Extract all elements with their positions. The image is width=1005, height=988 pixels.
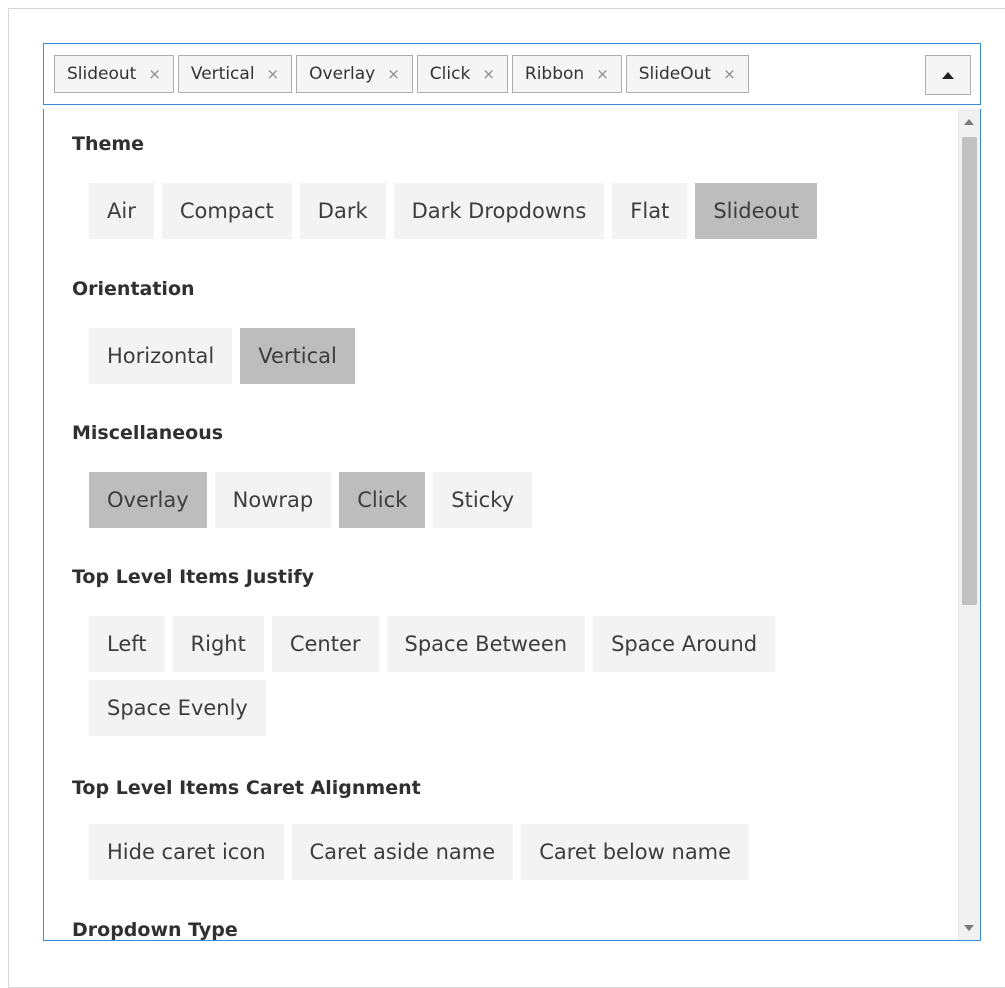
remove-icon[interactable]: × (482, 66, 495, 82)
chip-label: Ribbon (524, 64, 585, 84)
option-space-around[interactable]: Space Around (593, 616, 776, 672)
option-vertical[interactable]: Vertical (240, 328, 355, 384)
chip-slideout[interactable]: Slideout × (54, 55, 174, 93)
dropdown-toggle-button[interactable] (925, 55, 971, 95)
group-title-miscellaneous: Miscellaneous (72, 422, 224, 444)
option-space-evenly[interactable]: Space Evenly (89, 680, 266, 736)
scroll-up-arrow-icon[interactable] (964, 119, 974, 125)
option-right[interactable]: Right (172, 616, 264, 672)
option-caret-aside-name[interactable]: Caret aside name (291, 824, 514, 880)
group-options-orientation: Horizontal Vertical (89, 328, 849, 384)
option-nowrap[interactable]: Nowrap (214, 472, 332, 528)
remove-icon[interactable]: × (723, 66, 736, 82)
group-title-top-level-items-justify: Top Level Items Justify (72, 566, 315, 588)
options-dropdown: Theme Air Compact Dark Dark Dropdowns Fl… (43, 109, 981, 941)
option-compact[interactable]: Compact (161, 183, 292, 239)
group-options-theme: Air Compact Dark Dark Dropdowns Flat Sli… (89, 183, 849, 239)
option-center[interactable]: Center (271, 616, 379, 672)
remove-icon[interactable]: × (387, 66, 400, 82)
option-click[interactable]: Click (339, 472, 426, 528)
group-title-theme: Theme (72, 133, 145, 155)
option-caret-below-name[interactable]: Caret below name (521, 824, 750, 880)
group-options-caret-alignment: Hide caret icon Caret aside name Caret b… (89, 824, 849, 880)
option-overlay[interactable]: Overlay (89, 472, 207, 528)
chip-label: SlideOut (638, 64, 712, 84)
chip-click[interactable]: Click × (416, 55, 508, 93)
group-title-dropdown-type: Dropdown Type (72, 919, 238, 941)
option-horizontal[interactable]: Horizontal (89, 328, 233, 384)
option-dark[interactable]: Dark (299, 183, 386, 239)
multiselect-input[interactable]: Slideout × Vertical × Overlay × Click × … (43, 43, 981, 105)
chip-ribbon[interactable]: Ribbon × (511, 55, 622, 93)
chip-label: Overlay (309, 64, 376, 84)
group-options-top-level-items-justify: Left Right Center Space Between Space Ar… (89, 616, 849, 736)
chip-vertical[interactable]: Vertical × (177, 55, 293, 93)
scrollbar-thumb[interactable] (962, 137, 977, 605)
chip-overlay[interactable]: Overlay × (296, 55, 413, 93)
chip-label: Click (429, 64, 471, 84)
chip-label: Slideout (67, 64, 137, 84)
group-options-miscellaneous: Overlay Nowrap Click Sticky (89, 472, 849, 528)
option-hide-caret-icon[interactable]: Hide caret icon (89, 824, 284, 880)
remove-icon[interactable]: × (596, 66, 609, 82)
chip-label: Vertical (190, 64, 255, 84)
group-title-orientation: Orientation (72, 278, 195, 300)
scroll-down-arrow-icon[interactable] (964, 925, 974, 931)
chip-slideout-2[interactable]: SlideOut × (625, 55, 749, 93)
dropdown-scrollbar[interactable] (958, 109, 980, 940)
option-flat[interactable]: Flat (612, 183, 688, 239)
option-dark-dropdowns[interactable]: Dark Dropdowns (393, 183, 605, 239)
option-sticky[interactable]: Sticky (433, 472, 533, 528)
option-air[interactable]: Air (89, 183, 154, 239)
remove-icon[interactable]: × (148, 66, 161, 82)
caret-up-icon (942, 71, 954, 79)
option-slideout[interactable]: Slideout (695, 183, 817, 239)
selected-chips: Slideout × Vertical × Overlay × Click × … (54, 55, 749, 93)
option-left[interactable]: Left (89, 616, 165, 672)
group-title-top-level-items-caret-alignment: Top Level Items Caret Alignment (72, 777, 421, 799)
remove-icon[interactable]: × (267, 66, 280, 82)
option-space-between[interactable]: Space Between (386, 616, 586, 672)
